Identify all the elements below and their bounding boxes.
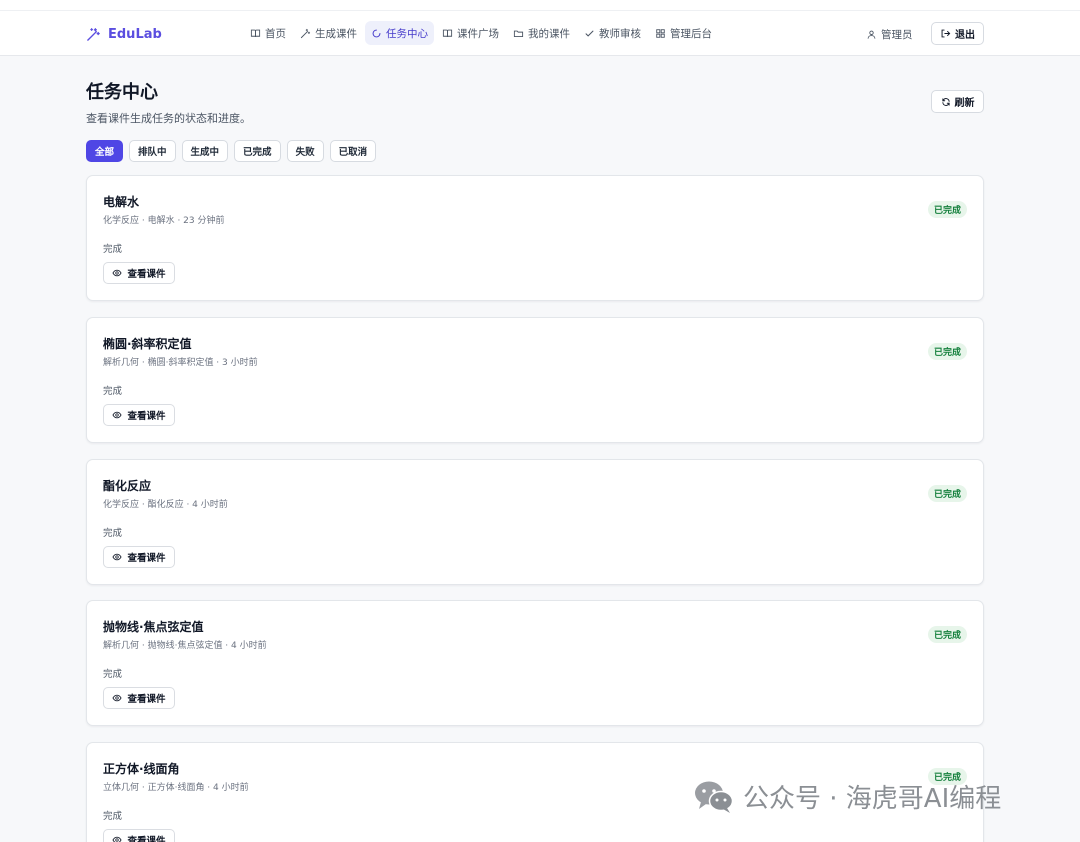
task-title: 椭圆·斜率积定值 xyxy=(103,337,192,351)
folder-icon xyxy=(513,30,524,37)
task-status-text: 完成 xyxy=(103,528,123,539)
task-card: 电解水 化学反应 · 电解水 · 23 分钟前 完成 查看课件 已完成 xyxy=(86,175,984,301)
user-label: 管理员 xyxy=(881,29,913,41)
logout-icon xyxy=(941,29,951,38)
task-meta: 解析几何 · 抛物线·焦点弦定值 · 4 小时前 xyxy=(103,641,267,651)
task-meta: 化学反应 · 酯化反应 · 4 小时前 xyxy=(103,500,228,510)
filter-queued[interactable]: 排队中 xyxy=(129,140,176,162)
main-nav: 首页 生成课件 任务中心 课件广场 我的课件 教师审核 管理后台 xyxy=(244,21,718,45)
logout-button[interactable]: 退出 xyxy=(931,22,984,45)
filter-cancelled[interactable]: 已取消 xyxy=(329,140,377,162)
check-icon xyxy=(585,30,594,37)
nav-item-home[interactable]: 首页 xyxy=(244,21,292,45)
view-courseware-button[interactable]: 查看课件 xyxy=(103,829,175,842)
view-courseware-label: 查看课件 xyxy=(127,694,166,705)
user-icon xyxy=(867,30,876,39)
task-status-text: 完成 xyxy=(103,811,123,822)
grid-icon xyxy=(656,28,665,38)
nav-item-label: 首页 xyxy=(265,27,286,40)
user-menu[interactable]: 管理员 xyxy=(866,27,913,42)
nav-item-label: 我的课件 xyxy=(528,27,570,40)
refresh-label: 刷新 xyxy=(954,98,975,109)
status-badge: 已完成 xyxy=(928,626,968,643)
book-open-icon xyxy=(250,29,261,37)
task-title: 电解水 xyxy=(103,195,140,209)
nav-item-label: 任务中心 xyxy=(386,27,428,40)
status-badge: 已完成 xyxy=(928,485,968,502)
nav-item-my-courseware[interactable]: 我的课件 xyxy=(507,21,576,45)
view-courseware-label: 查看课件 xyxy=(127,411,166,422)
task-status-text: 完成 xyxy=(103,386,123,397)
nav-item-label: 生成课件 xyxy=(315,27,357,40)
task-card: 抛物线·焦点弦定值 解析几何 · 抛物线·焦点弦定值 · 4 小时前 完成 查看… xyxy=(86,600,984,726)
filter-all[interactable]: 全部 xyxy=(86,140,124,162)
eye-icon xyxy=(112,836,123,842)
nav-item-admin[interactable]: 管理后台 xyxy=(649,21,718,45)
nav-item-tasks[interactable]: 任务中心 xyxy=(365,21,434,45)
view-courseware-label: 查看课件 xyxy=(127,553,166,564)
task-card: 椭圆·斜率积定值 解析几何 · 椭圆·斜率积定值 · 3 小时前 完成 查看课件… xyxy=(86,317,984,443)
magic-wand-icon xyxy=(87,27,100,41)
filter-failed[interactable]: 失败 xyxy=(286,140,324,162)
view-courseware-button[interactable]: 查看课件 xyxy=(103,404,175,426)
view-courseware-button[interactable]: 查看课件 xyxy=(103,262,175,284)
task-meta: 立体几何 · 正方体·线面角 · 4 小时前 xyxy=(103,783,249,793)
brand-logo[interactable]: EduLab xyxy=(86,23,162,45)
status-filter-tabs: 全部 排队中 生成中 已完成 失败 已取消 xyxy=(86,140,377,162)
task-status-text: 完成 xyxy=(103,244,123,255)
task-title: 酯化反应 xyxy=(103,479,152,493)
task-status-text: 完成 xyxy=(103,669,123,680)
nav-item-label: 管理后台 xyxy=(670,27,712,40)
eye-icon xyxy=(112,411,123,419)
task-title: 抛物线·焦点弦定值 xyxy=(103,620,204,634)
top-navbar: EduLab 首页 生成课件 任务中心 课件广场 我的课件 教师审核 管理后台 … xyxy=(0,11,1080,56)
task-title: 正方体·线面角 xyxy=(103,762,180,776)
loader-icon xyxy=(372,29,381,37)
page-subtitle: 查看课件生成任务的状态和进度。 xyxy=(86,112,251,125)
refresh-icon xyxy=(941,97,950,106)
eye-icon xyxy=(112,553,123,561)
nav-item-generate[interactable]: 生成课件 xyxy=(294,21,363,45)
brand-name: EduLab xyxy=(108,26,162,42)
book-open-icon xyxy=(442,29,453,37)
task-card: 酯化反应 化学反应 · 酯化反应 · 4 小时前 完成 查看课件 已完成 xyxy=(86,459,984,585)
view-courseware-label: 查看课件 xyxy=(127,269,166,280)
nav-item-plaza[interactable]: 课件广场 xyxy=(436,21,505,45)
top-strip xyxy=(0,0,1080,11)
filter-completed[interactable]: 已完成 xyxy=(234,140,281,162)
status-badge: 已完成 xyxy=(928,343,968,360)
logout-label: 退出 xyxy=(955,30,975,41)
eye-icon xyxy=(112,694,123,702)
watermark: 公众号 · 海虎哥AI编程 xyxy=(693,778,1001,815)
wechat-icon xyxy=(695,781,734,813)
view-courseware-button[interactable]: 查看课件 xyxy=(103,687,175,709)
eye-icon xyxy=(112,269,123,277)
task-meta: 化学反应 · 电解水 · 23 分钟前 xyxy=(103,216,225,226)
view-courseware-label: 查看课件 xyxy=(127,836,166,842)
watermark-text: 公众号 · 海虎哥AI编程 xyxy=(743,784,1002,814)
filter-generating[interactable]: 生成中 xyxy=(181,140,229,162)
page-title: 任务中心 xyxy=(86,82,158,103)
status-badge: 已完成 xyxy=(928,201,968,218)
magic-wand-icon xyxy=(300,28,311,38)
view-courseware-button[interactable]: 查看课件 xyxy=(103,546,175,568)
nav-item-label: 课件广场 xyxy=(457,27,499,40)
nav-item-teacher-review[interactable]: 教师审核 xyxy=(578,21,647,45)
refresh-button[interactable]: 刷新 xyxy=(931,90,984,113)
nav-item-label: 教师审核 xyxy=(599,27,641,40)
task-meta: 解析几何 · 椭圆·斜率积定值 · 3 小时前 xyxy=(103,358,258,368)
